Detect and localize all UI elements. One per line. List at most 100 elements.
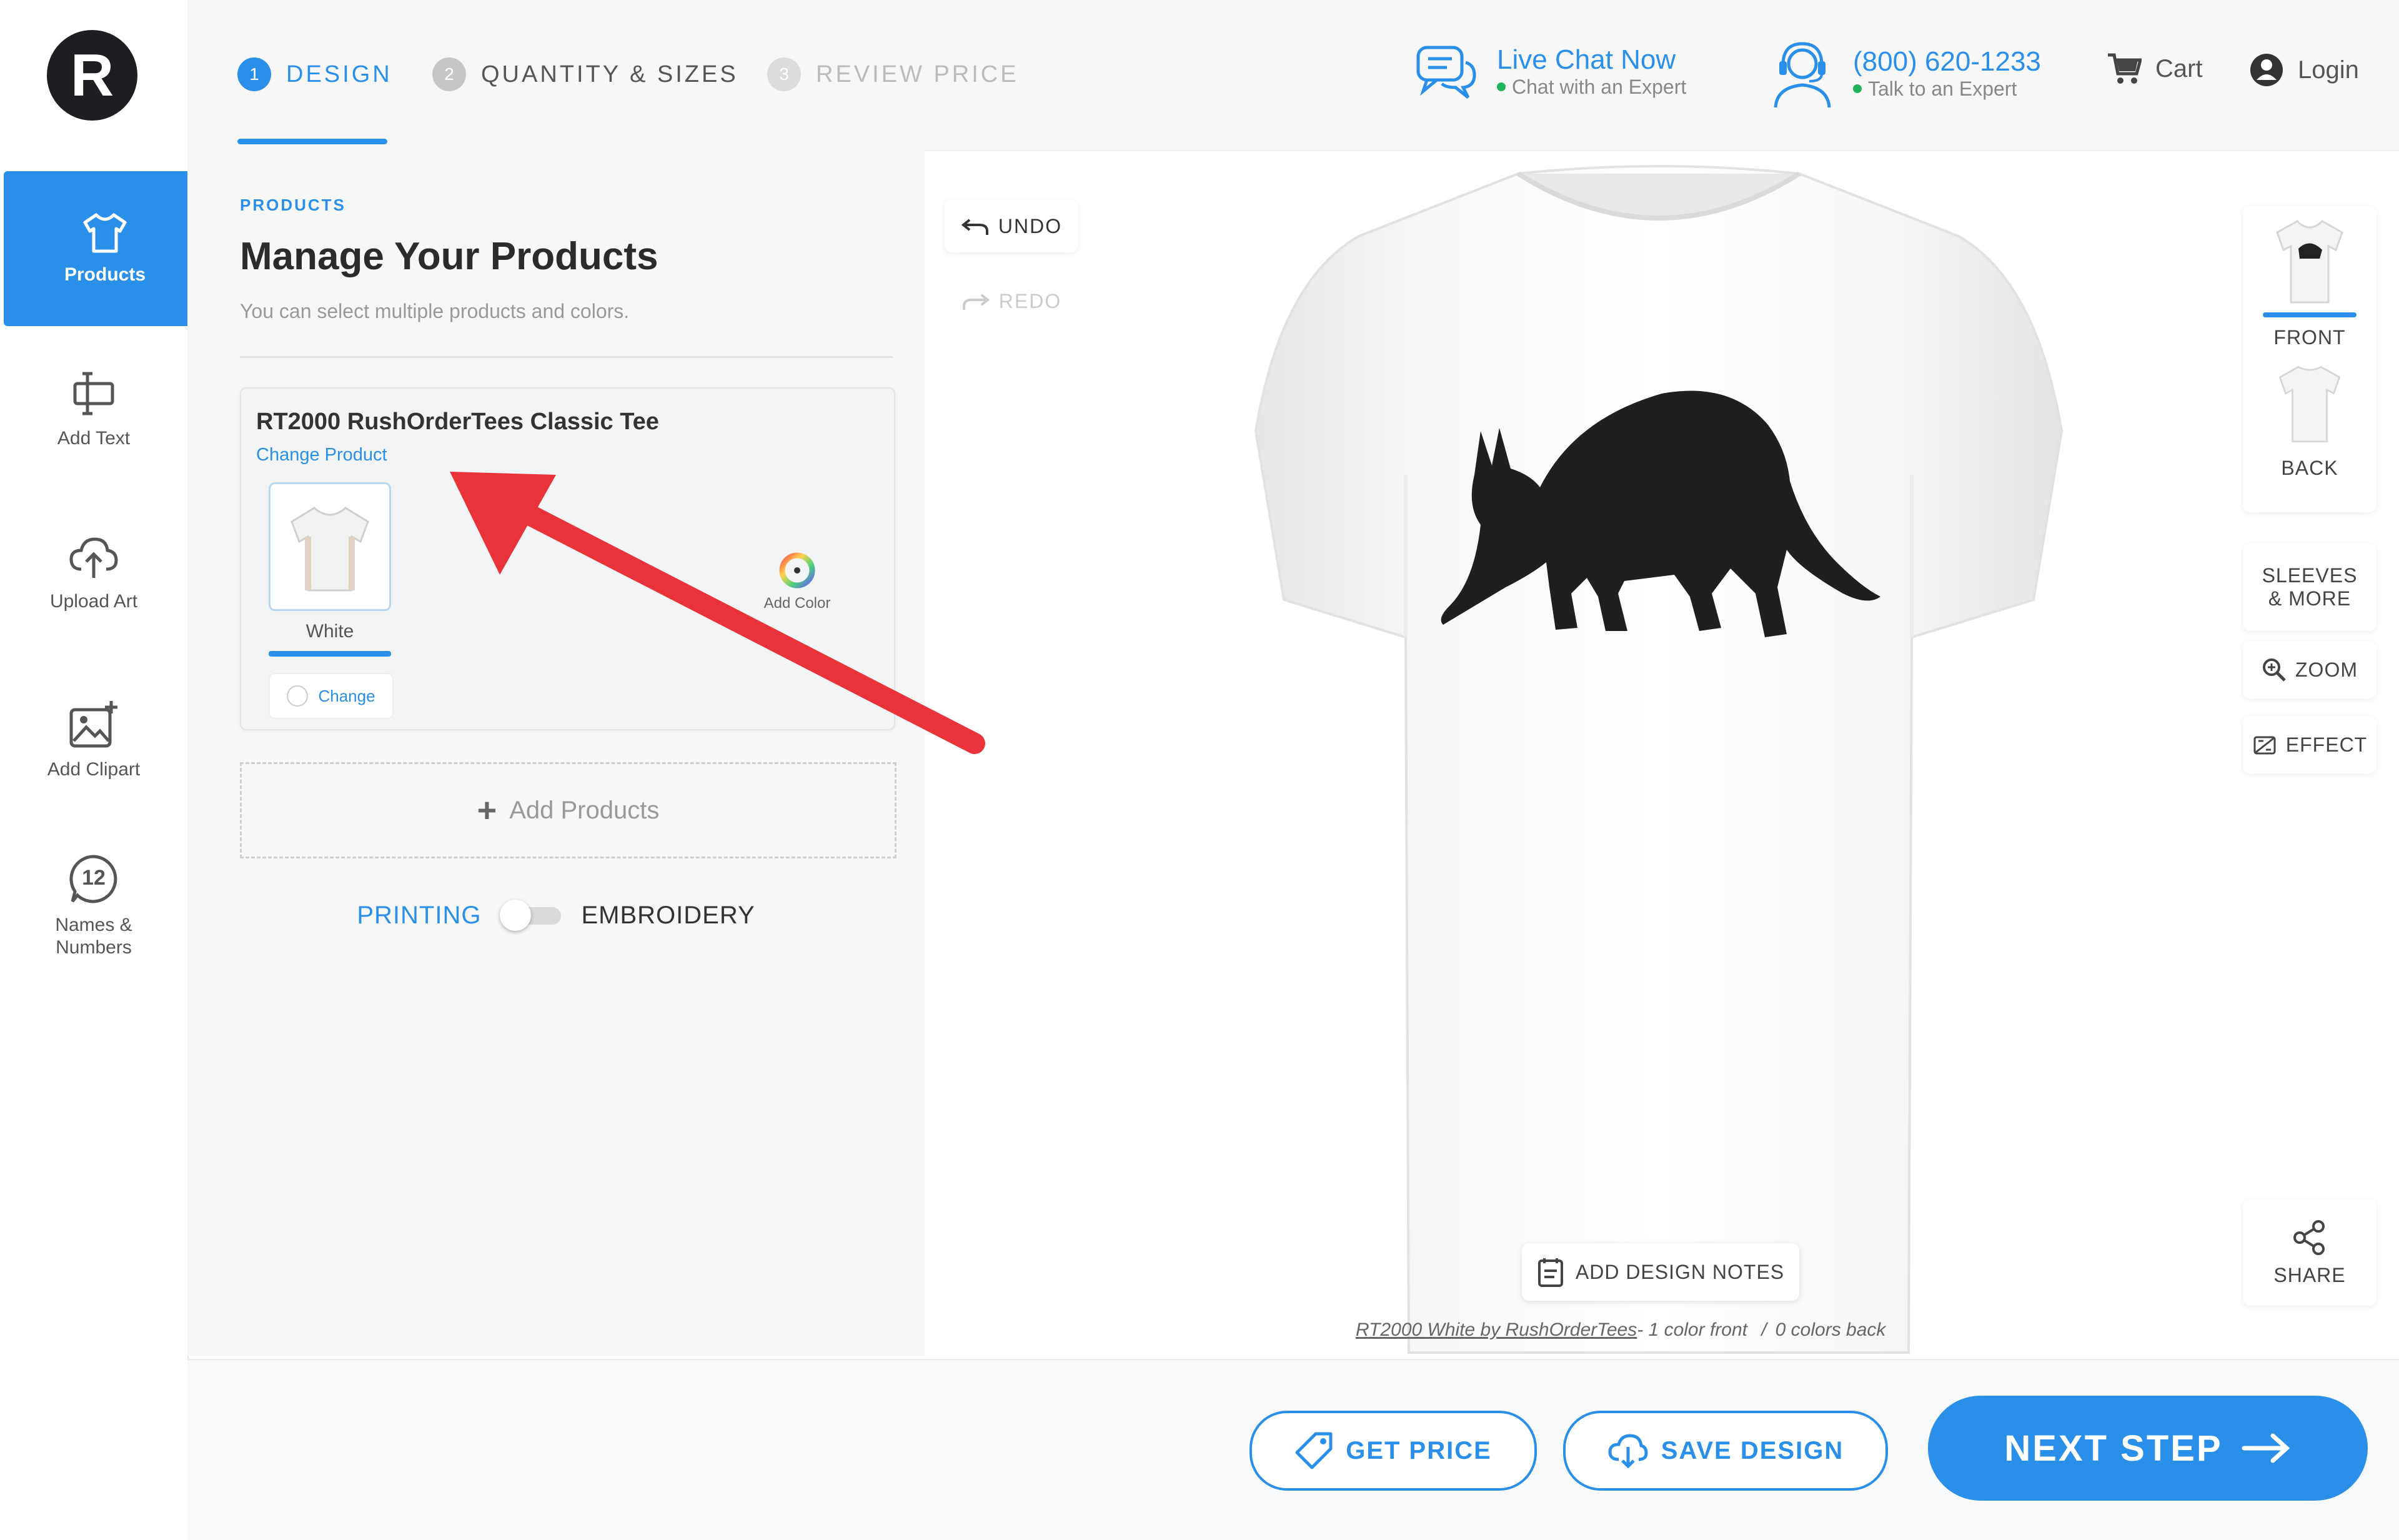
share-label: SHARE [2273, 1263, 2346, 1286]
selected-color-indicator [269, 651, 391, 657]
change-product-link[interactable]: Change Product [256, 445, 387, 465]
back-view-label: BACK [2281, 457, 2338, 479]
step-design[interactable]: 1 DESIGN [237, 57, 392, 91]
plus-icon: + [477, 792, 497, 829]
zoom-button[interactable]: ZOOM [2243, 641, 2377, 698]
live-chat-title: Live Chat Now [1497, 44, 1676, 76]
phone-link[interactable]: (800) 620-1233 Talk to an Expert [1768, 37, 2041, 110]
sidebar-item-label: Add Clipart [47, 759, 141, 780]
undo-label: UNDO [998, 214, 1063, 237]
number-badge-icon: 12 [67, 853, 120, 905]
chat-bubble-icon [1412, 37, 1481, 106]
save-design-label: SAVE DESIGN [1661, 1436, 1844, 1464]
cloud-save-icon [1607, 1433, 1649, 1468]
step-label: REVIEW PRICE [816, 61, 1019, 87]
aardvark-design-artwork[interactable] [1437, 381, 1887, 662]
live-chat-subtitle: Chat with an Expert [1512, 75, 1687, 98]
embroidery-label[interactable]: EMBROIDERY [581, 902, 755, 930]
text-icon [69, 369, 119, 419]
divider [240, 356, 893, 358]
sidebar-item-label: Products [64, 264, 146, 285]
color-label: White [305, 621, 354, 642]
back-view-button[interactable]: BACK [2275, 360, 2344, 480]
add-design-notes-button[interactable]: ADD DESIGN NOTES [1522, 1243, 1799, 1301]
arrow-right-icon [2242, 1433, 2292, 1464]
annotation-arrow [425, 450, 1000, 775]
front-view-label: FRONT [2273, 326, 2346, 349]
user-account-icon [2249, 52, 2284, 87]
save-design-button[interactable]: SAVE DESIGN [1563, 1411, 1888, 1491]
effect-icon [2252, 732, 2277, 757]
back-tshirt-thumbnail-icon [2278, 365, 2341, 442]
printing-label[interactable]: PRINTING [357, 902, 481, 930]
brand-logo[interactable]: R [47, 30, 137, 121]
next-step-button[interactable]: NEXT STEP [1928, 1396, 2368, 1501]
zoom-icon [2262, 657, 2287, 682]
print-method-toggle-row: PRINTING EMBROIDERY [187, 900, 925, 931]
caption-back-colors: 0 colors back [1775, 1319, 1886, 1340]
cart-link[interactable]: Cart [2107, 52, 2203, 85]
next-step-label: NEXT STEP [2004, 1428, 2223, 1469]
redo-icon [961, 290, 990, 312]
price-tag-icon [1294, 1431, 1333, 1470]
sleeves-and-more-button[interactable]: SLEEVES & MORE [2243, 544, 2377, 631]
caption-separator: / [1761, 1319, 1767, 1340]
left-sidebar: R Products Add Text Upload Art Add Clipa… [0, 0, 206, 1539]
front-view-button[interactable]: FRONT [2263, 206, 2357, 349]
number-badge-text: 12 [82, 866, 106, 890]
sidebar-item-names-numbers[interactable]: 12 Names & Numbers [0, 853, 187, 959]
step-number: 2 [432, 57, 466, 91]
undo-button[interactable]: UNDO [945, 200, 1078, 252]
print-method-switch[interactable] [500, 900, 562, 931]
headset-agent-icon [1768, 37, 1837, 110]
product-name: RT2000 RushOrderTees Classic Tee [256, 409, 659, 435]
cart-icon [2107, 52, 2142, 85]
undo-icon [961, 215, 990, 237]
upload-cloud-icon [67, 534, 120, 582]
sleeves-label: SLEEVES & MORE [2262, 564, 2358, 610]
live-chat-link[interactable]: Live Chat Now Chat with an Expert [1412, 37, 1686, 106]
step-quantity-sizes[interactable]: 2 QUANTITY & SIZES [432, 57, 738, 91]
redo-label: REDO [998, 289, 1062, 312]
tshirt-preview[interactable] [1087, 162, 2230, 1368]
panel-subtitle: You can select multiple products and col… [240, 300, 630, 322]
sidebar-item-label: Add Text [57, 428, 131, 449]
add-products-button[interactable]: + Add Products [240, 762, 897, 858]
redo-button[interactable]: REDO [945, 275, 1078, 327]
step-number: 3 [767, 57, 801, 91]
sidebar-item-label: Names & Numbers [55, 915, 132, 958]
share-icon [2293, 1220, 2325, 1255]
front-view-indicator [2263, 312, 2357, 317]
change-color-button[interactable]: Change [269, 673, 394, 719]
tshirt-thumbnail-icon [291, 507, 369, 592]
notes-icon [1537, 1256, 1564, 1288]
zoom-label: ZOOM [2295, 658, 2358, 681]
view-selector: FRONT BACK [2243, 206, 2377, 512]
panel-breadcrumb: PRODUCTS [240, 196, 346, 214]
effect-button[interactable]: EFFECT [2243, 716, 2377, 773]
sidebar-item-add-text[interactable]: Add Text [0, 369, 187, 450]
sidebar-item-products[interactable]: Products [4, 171, 206, 326]
online-status-dot [1497, 82, 1506, 92]
add-design-notes-label: ADD DESIGN NOTES [1575, 1260, 1785, 1283]
product-caption: RT2000 White by RushOrderTees- 1 color f… [1356, 1319, 1885, 1341]
tshirt-icon [80, 211, 130, 255]
change-label: Change [318, 686, 375, 705]
login-label: Login [2298, 56, 2359, 84]
add-products-label: Add Products [509, 796, 660, 824]
share-button[interactable]: SHARE [2243, 1200, 2377, 1306]
product-color-swatch-white[interactable] [269, 482, 391, 611]
step-review-price[interactable]: 3 REVIEW PRICE [767, 57, 1019, 91]
step-label: DESIGN [286, 61, 392, 87]
cart-label: Cart [2155, 54, 2203, 82]
sidebar-item-upload-art[interactable]: Upload Art [0, 534, 187, 613]
phone-number: (800) 620-1233 [1853, 46, 2041, 77]
sidebar-item-label: Upload Art [49, 591, 138, 612]
sidebar-item-add-clipart[interactable]: Add Clipart [0, 700, 187, 781]
get-price-button[interactable]: GET PRICE [1249, 1411, 1537, 1491]
login-link[interactable]: Login [2249, 52, 2359, 87]
radio-circle-icon [287, 685, 309, 707]
product-caption-link[interactable]: RT2000 White by RushOrderTees [1356, 1319, 1637, 1340]
phone-subtitle: Talk to an Expert [1868, 77, 2017, 100]
switch-knob [500, 900, 532, 931]
